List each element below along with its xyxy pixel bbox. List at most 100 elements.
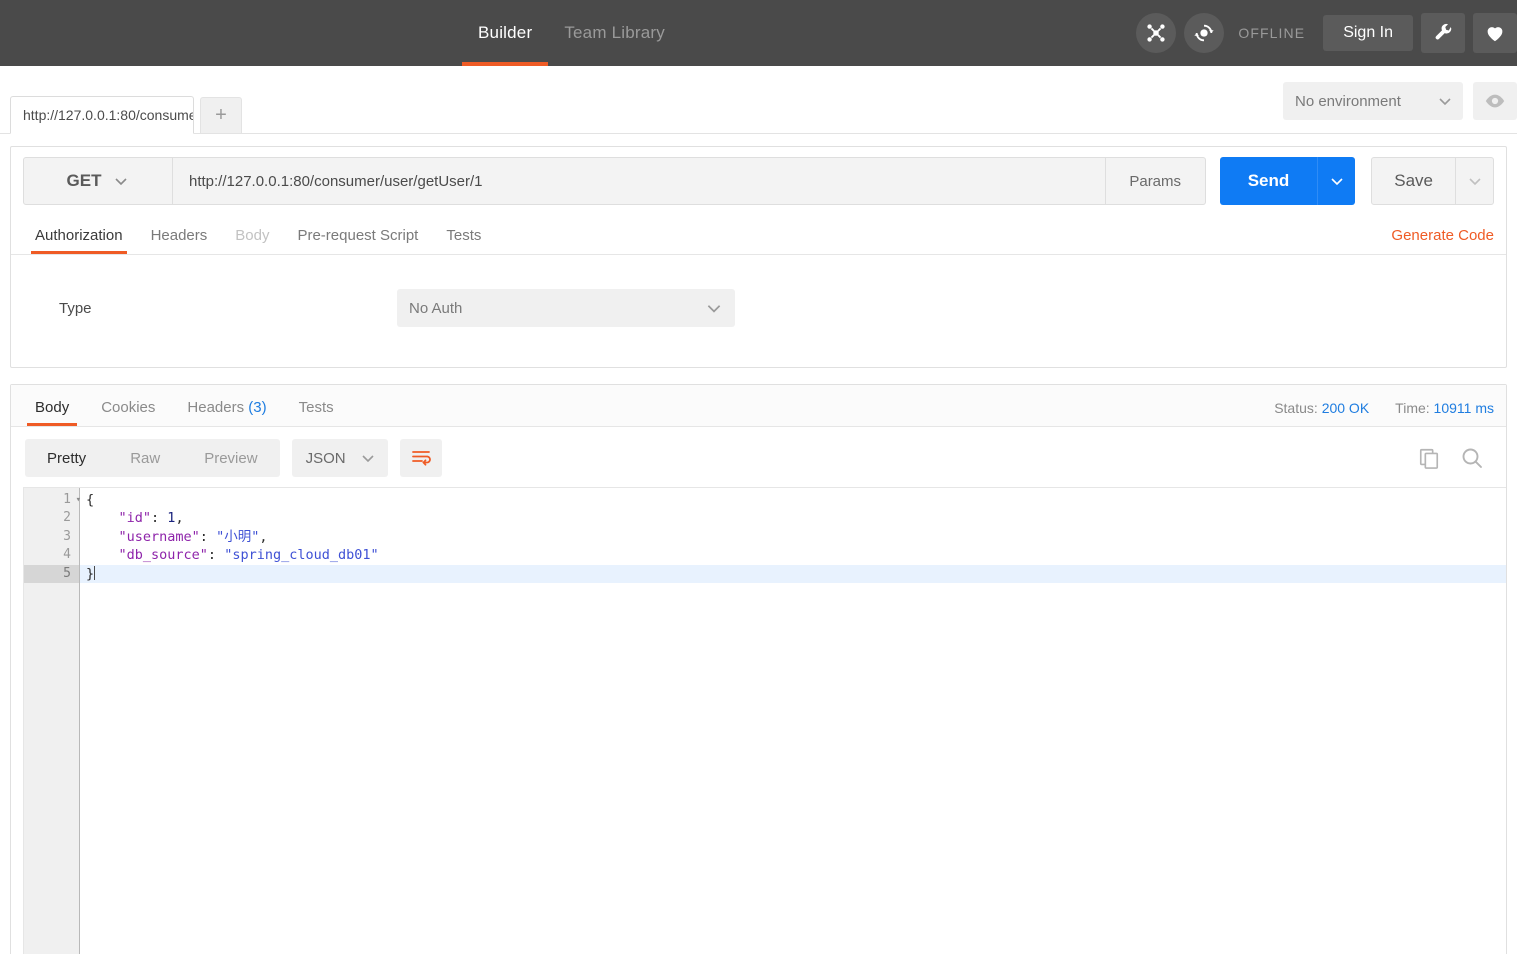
response-meta: Status: 200 OK Time: 10911 ms [1274, 400, 1506, 426]
save-options-button[interactable] [1456, 157, 1494, 205]
time-value: 10911 ms [1433, 400, 1494, 416]
chevron-down-icon [1329, 173, 1345, 189]
word-wrap-button[interactable] [399, 439, 442, 477]
chevron-down-icon [113, 173, 129, 189]
response-body-editor[interactable]: 1 ▾ 2 3 4 5 { "id": 1, "username": "小明", "db_… [23, 487, 1506, 954]
params-button[interactable]: Params [1105, 157, 1206, 205]
url-input-value: http://127.0.0.1:80/consumer/user/getUse… [189, 172, 483, 190]
editor-code-area[interactable]: { "id": 1, "username": "小明", "db_source"… [80, 488, 1506, 954]
nav-tab-builder-label: Builder [478, 23, 533, 42]
generate-code-link[interactable]: Generate Code [1391, 227, 1506, 254]
status-indicator: Status: 200 OK [1274, 400, 1369, 416]
auth-type-selector[interactable]: No Auth [397, 289, 735, 327]
response-tab-body-label: Body [35, 399, 70, 416]
gutter-filler [24, 583, 79, 954]
offline-status-label: OFFLINE [1238, 25, 1306, 41]
code-line: { [80, 491, 1506, 509]
sync-status-icon[interactable] [1184, 13, 1225, 53]
response-view-toolbar: Pretty Raw Preview JSON [11, 427, 1506, 487]
response-tab-tests[interactable]: Tests [283, 399, 350, 426]
code-line: "db_source": "spring_cloud_db01" [80, 546, 1506, 564]
view-mode-preview-label: Preview [204, 449, 258, 467]
sign-in-button[interactable]: Sign In [1323, 15, 1413, 51]
tab-headers[interactable]: Headers [137, 227, 222, 254]
auth-type-label: Type [59, 299, 92, 317]
top-nav-actions: OFFLINE Sign In [1136, 0, 1517, 66]
environment-quick-look-button[interactable] [1473, 82, 1517, 120]
code-token: { [86, 492, 95, 508]
editor-line-number-gutter: 1 ▾ 2 3 4 5 [24, 488, 81, 954]
response-tab-cookies[interactable]: Cookies [85, 399, 171, 426]
send-button-group: Send [1219, 157, 1356, 205]
response-tab-body[interactable]: Body [19, 399, 85, 426]
response-panel: Body Cookies Headers (3) Tests Status: 2… [10, 384, 1507, 954]
tab-authorization[interactable]: Authorization [21, 227, 137, 254]
text-cursor [94, 565, 96, 580]
tab-body[interactable]: Body [221, 227, 283, 254]
response-headers-count: (3) [248, 399, 267, 416]
save-button-group: Save [1371, 157, 1494, 205]
http-method-selector[interactable]: GET [23, 157, 173, 205]
line-number: 2 [63, 510, 71, 526]
interceptor-icon[interactable] [1136, 13, 1177, 53]
url-input[interactable]: http://127.0.0.1:80/consumer/user/getUse… [173, 157, 1106, 205]
send-options-button[interactable] [1317, 157, 1356, 205]
word-wrap-icon [411, 449, 431, 467]
response-tab-cookies-label: Cookies [101, 399, 156, 416]
chevron-down-icon [360, 450, 376, 466]
view-mode-raw[interactable]: Raw [108, 439, 182, 477]
code-line: } [80, 564, 1506, 583]
response-format-selector[interactable]: JSON [291, 439, 388, 477]
response-tab-headers-label: Headers [187, 399, 245, 416]
request-panel: GET http://127.0.0.1:80/consumer/user/ge… [10, 146, 1507, 368]
new-tab-label: + [215, 104, 227, 126]
view-mode-segmented-control: Pretty Raw Preview [25, 439, 280, 477]
time-label: Time: [1395, 400, 1430, 416]
line-number: 3 [63, 528, 71, 544]
send-button[interactable]: Send [1219, 157, 1318, 205]
status-label: Status: [1274, 400, 1318, 416]
code-token: "小明" [216, 528, 260, 545]
response-tab-tests-label: Tests [298, 399, 334, 416]
authorization-panel: Type No Auth [11, 255, 1506, 367]
code-token: , [259, 528, 268, 545]
environment-selector[interactable]: No environment [1283, 82, 1463, 120]
code-token: "db_source" [118, 547, 208, 564]
save-label: Save [1394, 171, 1433, 190]
code-line: "username": "小明", [80, 528, 1506, 546]
save-button[interactable]: Save [1371, 157, 1456, 205]
code-token: } [86, 565, 95, 582]
time-indicator: Time: 10911 ms [1395, 400, 1494, 416]
search-button[interactable] [1460, 446, 1484, 470]
request-tab-item[interactable]: http://127.0.0.1:80/consumer/user/getUse… [10, 96, 194, 134]
code-token: : [207, 547, 225, 564]
view-mode-pretty[interactable]: Pretty [25, 439, 108, 477]
top-navigation-bar: Builder Team Library OFFLINE Sign In [0, 0, 1517, 66]
chevron-down-icon [1467, 173, 1483, 189]
line-number: 5 [24, 564, 79, 583]
nav-tab-builder[interactable]: Builder [462, 0, 549, 66]
view-mode-preview[interactable]: Preview [182, 439, 279, 477]
copy-button[interactable] [1418, 447, 1440, 469]
code-line: "id": 1, [80, 509, 1506, 527]
nav-tab-team-library[interactable]: Team Library [548, 0, 681, 66]
tab-tests[interactable]: Tests [432, 227, 495, 254]
line-number: 4 [63, 547, 71, 563]
response-tab-headers[interactable]: Headers (3) [171, 399, 282, 426]
tab-authorization-label: Authorization [35, 227, 123, 244]
code-token: , [175, 510, 184, 527]
heart-icon[interactable] [1473, 13, 1517, 53]
sign-in-label: Sign In [1343, 24, 1393, 41]
tab-pre-request-script-label: Pre-request Script [297, 227, 419, 244]
view-mode-raw-label: Raw [130, 449, 161, 467]
new-tab-button[interactable]: + [200, 97, 242, 133]
wrench-icon[interactable] [1421, 13, 1465, 53]
params-label: Params [1129, 172, 1182, 190]
tab-pre-request-script[interactable]: Pre-request Script [283, 227, 432, 254]
request-tab-label: http://127.0.0.1:80/consumer/user/getUse… [23, 107, 193, 123]
code-token: : [199, 528, 217, 545]
main-nav-tabs: Builder Team Library [462, 0, 681, 66]
url-row: GET http://127.0.0.1:80/consumer/user/ge… [11, 147, 1506, 215]
